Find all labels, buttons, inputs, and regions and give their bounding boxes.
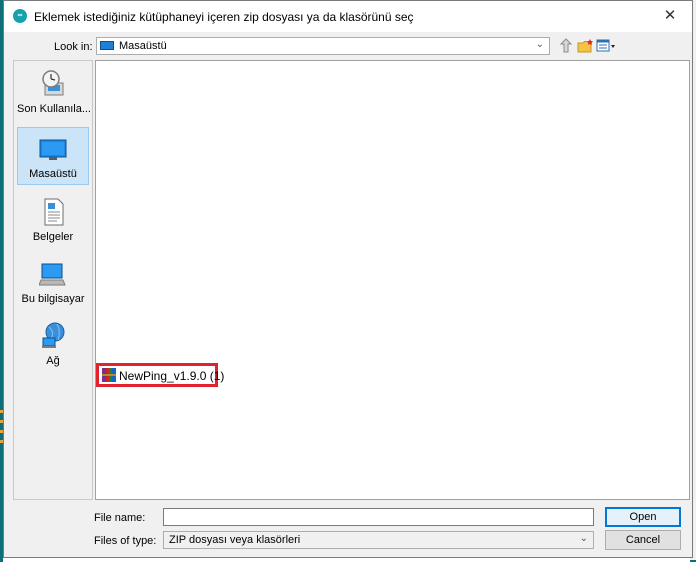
arduino-app-icon: ∞ (13, 9, 27, 23)
place-label: Masaüstü (29, 168, 77, 180)
computer-icon (39, 263, 66, 286)
place-documents[interactable]: Belgeler (17, 191, 89, 249)
place-label: Ağ (46, 355, 60, 367)
place-label: Son Kullanıla... (17, 103, 91, 115)
file-name-input[interactable] (163, 508, 594, 526)
open-button[interactable]: Open (605, 507, 681, 527)
winrar-archive-icon (102, 368, 116, 382)
place-label: Bu bilgisayar (21, 293, 85, 305)
chevron-down-icon: ⌄ (579, 533, 588, 544)
look-in-dropdown[interactable]: Masaüstü ⌄ (96, 37, 550, 55)
close-button[interactable]: ✕ (648, 1, 692, 31)
documents-icon (44, 198, 64, 226)
desktop-icon (100, 41, 114, 50)
new-folder-icon[interactable] (577, 38, 594, 54)
place-network[interactable]: Ağ (17, 315, 89, 373)
file-name-field-label: File name: (94, 512, 146, 524)
view-menu-icon[interactable] (596, 38, 616, 54)
places-bar: Son Kullanıla... Masaüstü Belgeler Bu bi… (13, 60, 93, 500)
desktop-icon (39, 139, 67, 160)
place-recent[interactable]: Son Kullanıla... (17, 63, 91, 121)
file-type-label: Files of type: (94, 535, 157, 547)
look-in-label: Look in: (54, 41, 93, 53)
dialog-title: Eklemek istediğiniz kütüphaneyi içeren z… (34, 10, 414, 24)
file-name-label: NewPing_v1.9.0 (1) (119, 369, 225, 383)
cancel-button[interactable]: Cancel (605, 530, 681, 550)
screen: ∞ Eklemek istediğiniz kütüphaneyi içeren… (0, 0, 696, 562)
title-bar[interactable]: ∞ Eklemek istediğiniz kütüphaneyi içeren… (4, 1, 692, 32)
network-icon (42, 322, 65, 348)
open-file-dialog: ∞ Eklemek istediğiniz kütüphaneyi içeren… (3, 0, 693, 558)
chevron-down-icon: ⌄ (535, 39, 544, 50)
look-in-value: Masaüstü (119, 40, 167, 52)
file-list[interactable]: NewPing_v1.9.0 (1) (95, 60, 690, 500)
close-icon: ✕ (663, 7, 677, 24)
recent-clock-icon (42, 70, 64, 96)
file-type-value: ZIP dosyası veya klasörleri (169, 534, 301, 546)
place-desktop[interactable]: Masaüstü (17, 127, 89, 185)
place-this-pc[interactable]: Bu bilgisayar (17, 253, 89, 311)
file-item-newping[interactable]: NewPing_v1.9.0 (1) (96, 363, 224, 387)
file-type-dropdown[interactable]: ZIP dosyası veya klasörleri ⌄ (163, 531, 594, 549)
up-folder-icon[interactable] (559, 38, 573, 54)
place-label: Belgeler (32, 231, 74, 243)
